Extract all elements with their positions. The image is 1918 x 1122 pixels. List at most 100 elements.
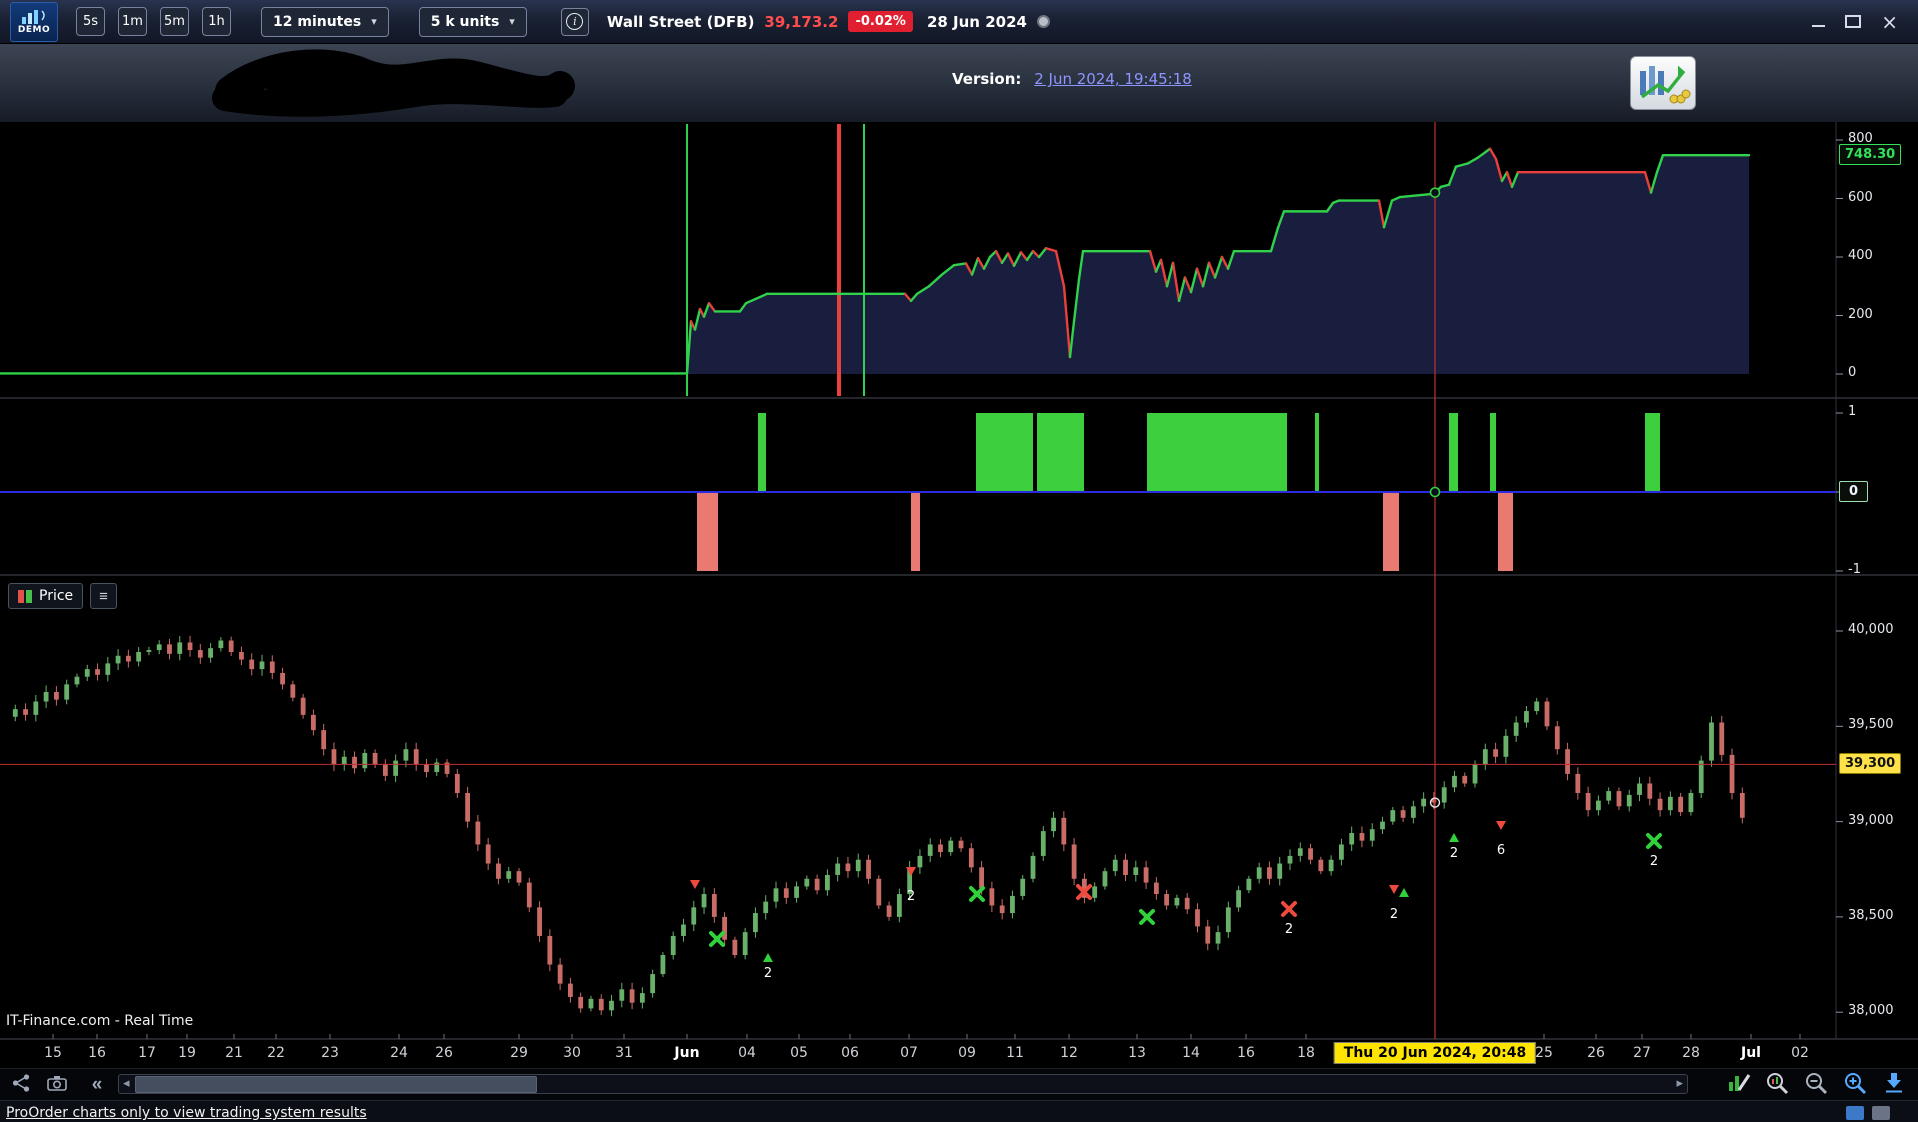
- zoom-out-button[interactable]: [1802, 1071, 1832, 1098]
- time-axis-label: 16: [88, 1045, 106, 1061]
- svg-text:2: 2: [1390, 907, 1398, 922]
- time-axis-label: 22: [267, 1045, 285, 1061]
- axis-label: 38,500: [1848, 907, 1894, 923]
- statusbar-icon-2[interactable]: [1872, 1106, 1890, 1120]
- timeframe-button-5s[interactable]: 5s: [76, 7, 105, 36]
- time-axis-label: 12: [1060, 1045, 1078, 1061]
- info-icon: i: [566, 13, 584, 30]
- timeframe-button-1m[interactable]: 1m: [118, 7, 147, 36]
- timeframe-button-5m[interactable]: 5m: [160, 7, 189, 36]
- zoom-selection-button[interactable]: [1763, 1071, 1793, 1098]
- change-badge: -0.02%: [848, 11, 913, 32]
- maximize-button[interactable]: [1845, 15, 1862, 28]
- time-axis-label: 30: [563, 1045, 581, 1061]
- axis-label: -1: [1848, 562, 1861, 577]
- zoom-tools: [1724, 1071, 1910, 1098]
- units-dropdown[interactable]: 5 k units ▾: [418, 6, 527, 37]
- time-axis-label: 21: [225, 1045, 243, 1061]
- time-axis-label: 18: [1297, 1045, 1315, 1061]
- time-axis-label: 04: [738, 1045, 756, 1061]
- chart-header: Version: 2 Jun 2024, 19:45:18: [0, 44, 1918, 122]
- scroll-left-arrow[interactable]: ◂: [123, 1076, 130, 1091]
- chevron-down-icon: ▾: [509, 15, 515, 28]
- collapse-left-button[interactable]: «: [82, 1072, 112, 1098]
- time-axis-label: 05: [790, 1045, 808, 1061]
- scroll-right-arrow[interactable]: ▸: [1676, 1076, 1683, 1091]
- candlestick-style-icon: [18, 589, 32, 603]
- axis-label: 39,000: [1848, 812, 1894, 828]
- interval-dropdown[interactable]: 12 minutes ▾: [261, 6, 389, 37]
- horizontal-scrollbar[interactable]: ◂ ▸: [118, 1074, 1688, 1094]
- zoom-in-button[interactable]: [1841, 1071, 1871, 1098]
- svg-text:2: 2: [1650, 854, 1658, 869]
- axis-label: 600: [1848, 189, 1873, 205]
- statusbar-icon[interactable]: [1846, 1106, 1864, 1120]
- last-price: 39,173.2: [764, 12, 839, 31]
- axis-label: 200: [1848, 306, 1873, 322]
- svg-text:2: 2: [764, 966, 772, 981]
- time-axis-label: 27: [1633, 1045, 1651, 1061]
- status-bar: ProOrder charts only to view trading sys…: [0, 1100, 1918, 1122]
- time-axis-label: 31: [615, 1045, 633, 1061]
- camera-icon: [47, 1075, 67, 1091]
- zoom-out-icon: [1806, 1073, 1828, 1095]
- axis-label: 38,000: [1848, 1003, 1894, 1019]
- chart-canvas: 2 2 2 2 2 6 2: [0, 122, 1918, 1040]
- session-date: 28 Jun 2024: [926, 12, 1027, 31]
- share-icon: [12, 1073, 30, 1092]
- timeframe-buttons: 5s 1m 5m 1h: [76, 7, 231, 36]
- scroll-to-latest-icon: [1886, 1073, 1902, 1093]
- equity-last-value-box: 748.30: [1839, 144, 1902, 165]
- timeframe-button-1h[interactable]: 1h: [202, 7, 231, 36]
- time-axis-label: 23: [321, 1045, 339, 1061]
- close-button[interactable]: ×: [1881, 12, 1898, 32]
- title-bar: DEMO 5s 1m 5m 1h 12 minutes ▾ 5 k units ▾ i…: [0, 0, 1918, 44]
- version-link[interactable]: 2 Jun 2024, 19:45:18: [1034, 70, 1192, 88]
- status-dot-icon: [1036, 15, 1050, 28]
- price-legend-label: Price: [39, 588, 74, 604]
- redacted-scribble: [212, 49, 575, 117]
- svg-text:2: 2: [1285, 922, 1293, 937]
- report-icon: [1640, 65, 1691, 104]
- svg-text:2: 2: [907, 889, 915, 904]
- time-axis-label: 09: [958, 1045, 976, 1061]
- zoom-in-icon: [1845, 1073, 1867, 1095]
- signal-zero-box: 0: [1839, 481, 1869, 502]
- backtest-report-button[interactable]: [1630, 56, 1696, 110]
- chart-area[interactable]: 2222262 800 600 400 200 0 1 -1 40,000 39,500 39,0…: [0, 122, 1918, 1040]
- minimize-button[interactable]: [1812, 16, 1826, 27]
- bottom-toolbar: « ◂ ▸: [0, 1068, 1918, 1101]
- price-legend[interactable]: Price: [8, 583, 84, 609]
- list-icon: ≡: [99, 587, 108, 605]
- window-controls: ×: [1812, 12, 1898, 32]
- screenshot-button[interactable]: [42, 1072, 72, 1098]
- crosshair-date-tooltip: Thu 20 Jun 2024, 20:48: [1333, 1042, 1537, 1064]
- time-axis-label: 19: [178, 1045, 196, 1061]
- modify-indicator-button[interactable]: [1724, 1071, 1754, 1098]
- share-button[interactable]: [6, 1072, 36, 1098]
- time-axis-label: 07: [900, 1045, 918, 1061]
- time-axis-label: 28: [1682, 1045, 1700, 1061]
- status-message[interactable]: ProOrder charts only to view trading sys…: [6, 1105, 367, 1121]
- time-axis-label: 24: [390, 1045, 408, 1061]
- axis-label: 39,500: [1848, 717, 1894, 733]
- interval-value: 12 minutes: [273, 13, 362, 30]
- time-axis-label: 13: [1128, 1045, 1146, 1061]
- app-logo[interactable]: DEMO: [10, 1, 58, 42]
- time-axis-label: 15: [44, 1045, 62, 1061]
- axis-label: 400: [1848, 248, 1873, 263]
- time-axis: Thu 20 Jun 2024, 20:48 15 16 17 19 21 22 23 24 2…: [0, 1040, 1918, 1068]
- version-label: Version:: [952, 70, 1022, 88]
- chart-properties-button[interactable]: ≡: [90, 583, 117, 609]
- edit-chart-icon: [1729, 1074, 1751, 1091]
- trading-app-window: DEMO 5s 1m 5m 1h 12 minutes ▾ 5 k units ▾ i…: [0, 0, 1918, 1122]
- auto-scroll-button[interactable]: [1880, 1071, 1910, 1098]
- scrollbar-thumb[interactable]: [135, 1076, 537, 1093]
- instrument-name: Wall Street (DFB): [606, 12, 755, 31]
- svg-text:2: 2: [1450, 846, 1458, 861]
- magnifier-chart-icon: [1767, 1073, 1789, 1095]
- crosshair-price-box: 39,300: [1839, 753, 1902, 774]
- info-button[interactable]: i: [560, 7, 589, 36]
- units-value: 5 k units: [430, 13, 500, 30]
- demo-logo-label: DEMO: [17, 24, 51, 35]
